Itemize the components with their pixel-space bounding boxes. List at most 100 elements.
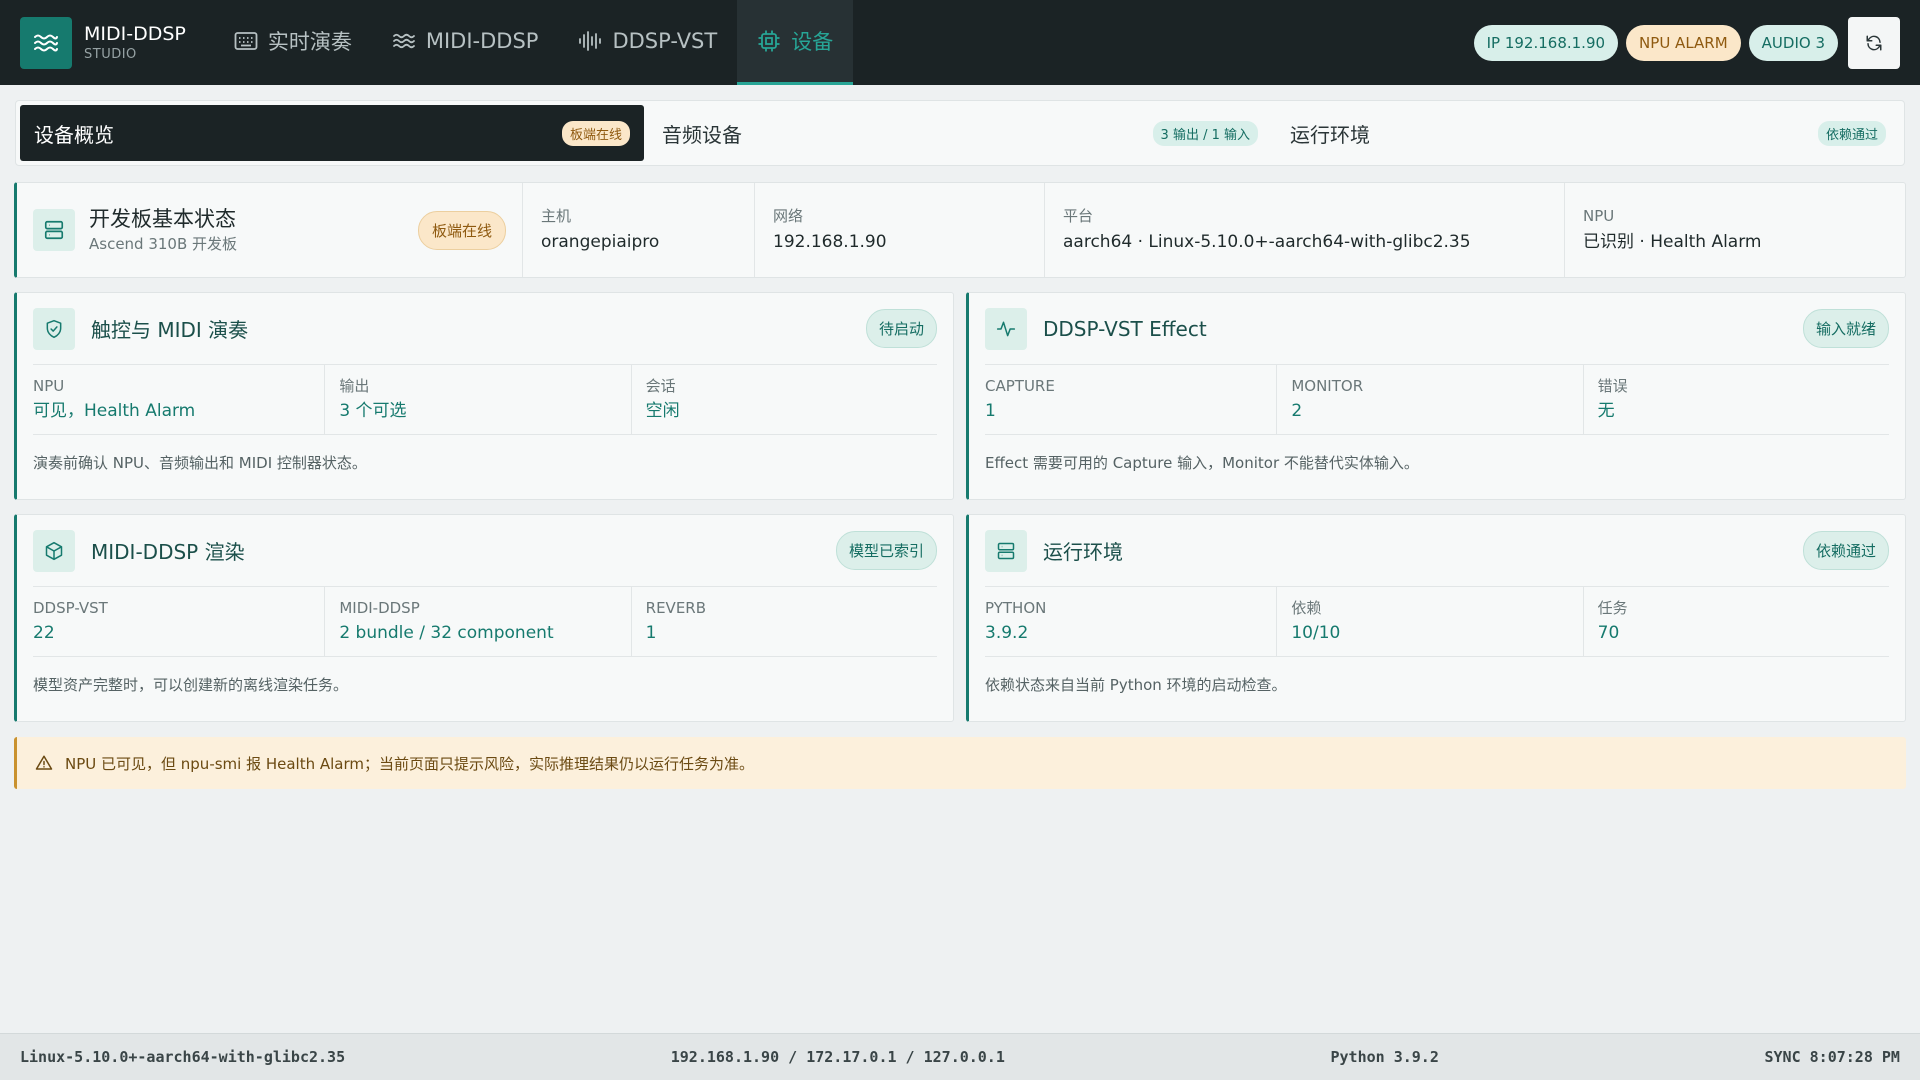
tab-label: 实时演奏 [267, 30, 352, 54]
tab-live-performance[interactable]: 实时演奏 [214, 0, 372, 85]
tab-midi-ddsp[interactable]: MIDI-DDSP [372, 0, 559, 85]
metric-value: 3 个可选 [339, 401, 407, 421]
card-note: 依赖状态来自当前 Python 环境的启动检查。 [985, 676, 1287, 694]
metric-label: 依赖 [1291, 599, 1322, 617]
section-tabs: 设备概览 板端在线 音频设备 3 输出 / 1 输入 运行环境 依赖通过 [15, 100, 1905, 166]
tab-runtime-environment[interactable]: 运行环境 依赖通过 [1276, 105, 1900, 161]
footer-sync: SYNC 8:07:28 PM [1764, 1048, 1900, 1066]
footer-addresses: 192.168.1.90 / 172.17.0.1 / 127.0.0.1 [670, 1048, 1005, 1066]
ddsp-vst-effect-card: DDSP-VST Effect 输入就绪 CAPTURE 1 MONITOR 2… [966, 292, 1906, 500]
warning-icon [35, 755, 53, 770]
card-title: DDSP-VST Effect [1043, 316, 1207, 341]
server-icon [985, 529, 1027, 572]
npu-warning-alert: NPU 已可见，但 npu-smi 报 Health Alarm；当前页面只提示… [14, 737, 1906, 789]
waves-icon [392, 33, 415, 49]
metric-value: 10/10 [1291, 623, 1341, 643]
metric-label: 会话 [645, 377, 676, 395]
metric-tasks: 任务 70 [1598, 587, 1889, 656]
card-title: 运行环境 [1043, 540, 1123, 564]
cell-label: 平台 [1063, 207, 1094, 225]
metric-dependencies: 依赖 10/10 [1291, 587, 1584, 656]
card-note: 模型资产完整时，可以创建新的离线渲染任务。 [33, 676, 349, 694]
board-status-panel: 开发板基本状态 Ascend 310B 开发板 板端在线 主机 orangepi… [14, 182, 1906, 278]
waves-icon [20, 16, 72, 69]
cell-label: NPU [1583, 207, 1615, 225]
npu-alarm-pill: NPU ALARM [1626, 24, 1741, 61]
tab-label: DDSP-VST [612, 29, 718, 53]
brand-subtitle: STUDIO [84, 46, 137, 62]
metric-value: 无 [1597, 401, 1615, 421]
metric-label: MONITOR [1291, 377, 1364, 395]
metric-value: 2 [1291, 401, 1303, 421]
tab-label: 运行环境 [1290, 122, 1370, 147]
keyboard-icon [234, 32, 258, 50]
footer-platform: Linux-5.10.0+-aarch64-with-glibc2.35 [20, 1048, 346, 1066]
tab-devices[interactable]: 设备 [737, 0, 854, 85]
tab-label: 音频设备 [662, 122, 742, 147]
cell-label: 网络 [773, 207, 804, 225]
tab-ddsp-vst[interactable]: DDSP-VST [558, 0, 737, 85]
tab-device-overview[interactable]: 设备概览 板端在线 [20, 105, 644, 161]
metric-value: 空闲 [645, 401, 680, 421]
metric-midi-ddsp: MIDI-DDSP 2 bundle / 32 component [339, 587, 632, 656]
card-title: 触控与 MIDI 演奏 [91, 318, 249, 342]
metric-label: REVERB [645, 599, 707, 617]
card-note: Effect 需要可用的 Capture 输入，Monitor 不能替代实体输入… [985, 454, 1419, 472]
metric-label: 任务 [1597, 599, 1628, 617]
platform-cell: 平台 aarch64 · Linux-5.10.0+-aarch64-with-… [1045, 183, 1565, 277]
board-status-header: 开发板基本状态 Ascend 310B 开发板 板端在线 [17, 183, 523, 277]
status-footer: Linux-5.10.0+-aarch64-with-glibc2.35 192… [0, 1033, 1920, 1080]
metric-npu: NPU 可见，Health Alarm [33, 365, 326, 434]
package-icon [33, 529, 75, 572]
metric-value: 70 [1597, 623, 1620, 643]
metric-value: 22 [33, 623, 55, 643]
touch-midi-card: 触控与 MIDI 演奏 待启动 NPU 可见，Health Alarm 输出 3… [14, 292, 954, 500]
metric-value: 3.9.2 [985, 623, 1029, 643]
activity-icon [985, 307, 1027, 350]
refresh-icon [1866, 35, 1882, 50]
metric-label: CAPTURE [985, 377, 1055, 395]
metric-value: 1 [645, 623, 657, 643]
cell-value: 192.168.1.90 [773, 232, 887, 252]
status-badge: 依赖通过 [1817, 120, 1886, 146]
metric-output: 输出 3 个可选 [339, 365, 632, 434]
metric-value: 1 [985, 401, 996, 421]
status-badge: 模型已索引 [835, 531, 937, 570]
card-title: MIDI-DDSP 渲染 [91, 540, 245, 564]
metric-python: PYTHON 3.9.2 [985, 587, 1278, 656]
top-navigation-bar: MIDI-DDSP STUDIO 实时演奏 MIDI-DDSP DDSP-VST… [0, 0, 1920, 85]
card-note: 演奏前确认 NPU、音频输出和 MIDI 控制器状态。 [33, 454, 367, 472]
refresh-button[interactable] [1848, 16, 1900, 69]
brand[interactable]: MIDI-DDSP STUDIO [20, 0, 186, 85]
npu-cell: NPU 已识别 · Health Alarm [1565, 183, 1905, 277]
midi-ddsp-render-card: MIDI-DDSP 渲染 模型已索引 DDSP-VST 22 MIDI-DDSP… [14, 514, 954, 722]
status-badge: 板端在线 [417, 210, 506, 250]
cell-value: 已识别 · Health Alarm [1583, 232, 1762, 252]
runtime-environment-card: 运行环境 依赖通过 PYTHON 3.9.2 依赖 10/10 任务 70 依赖… [966, 514, 1906, 722]
tab-label: MIDI-DDSP [425, 29, 539, 53]
footer-python: Python 3.9.2 [1330, 1048, 1439, 1066]
chip-icon [758, 30, 780, 52]
metric-label: DDSP-VST [33, 599, 108, 617]
status-badge: 板端在线 [561, 120, 630, 146]
tab-audio-devices[interactable]: 音频设备 3 输出 / 1 输入 [648, 105, 1272, 161]
cell-value: orangepiaipro [541, 232, 660, 252]
metric-label: PYTHON [985, 599, 1047, 617]
shield-check-icon [33, 307, 75, 350]
server-icon [33, 209, 75, 251]
host-cell: 主机 orangepiaipro [523, 183, 755, 277]
metric-session: 会话 空闲 [646, 365, 937, 434]
tab-label: 设备 [791, 30, 834, 54]
status-badge: 待启动 [865, 309, 937, 348]
tab-label: 设备概览 [34, 122, 114, 147]
metric-capture: CAPTURE 1 [985, 365, 1278, 434]
metric-monitor: MONITOR 2 [1291, 365, 1584, 434]
board-status-subtitle: Ascend 310B 开发板 [89, 235, 238, 253]
metric-value: 可见，Health Alarm [33, 401, 196, 421]
audio-pill: AUDIO 3 [1748, 24, 1838, 61]
metric-label: 错误 [1597, 377, 1628, 395]
status-badge: 依赖通过 [1802, 531, 1889, 570]
brand-name: MIDI-DDSP [84, 22, 186, 45]
cell-value: aarch64 · Linux-5.10.0+-aarch64-with-gli… [1063, 232, 1471, 252]
metric-label: NPU [33, 377, 65, 395]
